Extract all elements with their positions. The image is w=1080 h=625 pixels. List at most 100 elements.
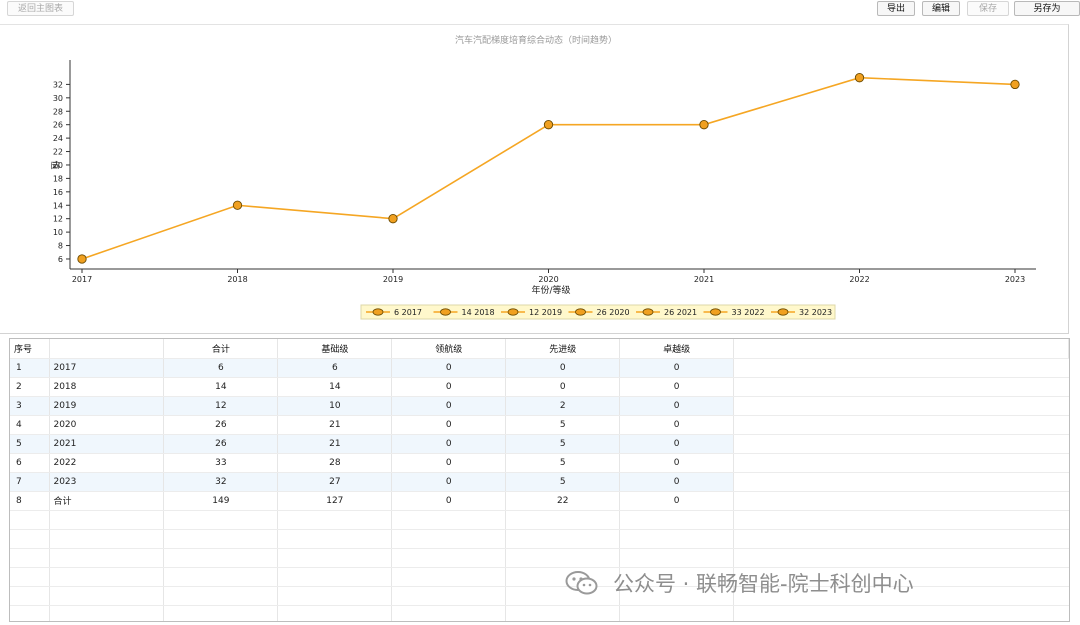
cell-year: 2022 bbox=[49, 453, 165, 473]
cell-advanced: 5 bbox=[505, 472, 621, 492]
table-row[interactable]: 2 2018 14 14 0 0 0 bbox=[10, 377, 1069, 397]
empty-cell bbox=[10, 586, 51, 606]
cell-year: 2021 bbox=[49, 434, 165, 454]
data-point-2017[interactable] bbox=[77, 254, 87, 264]
y-tick-label: 16 bbox=[53, 188, 63, 197]
row-filler bbox=[733, 453, 1069, 473]
header-excellence-level[interactable]: 卓越级 bbox=[619, 339, 735, 359]
empty-cell bbox=[277, 567, 393, 587]
data-point-2020[interactable] bbox=[543, 120, 554, 130]
header-index[interactable]: 序号 bbox=[10, 339, 51, 359]
y-axis-ticks: 6 8 10 12 14 16 18 20 22 24 26 28 30 32 bbox=[53, 80, 70, 264]
y-tick-label: 18 bbox=[53, 174, 63, 183]
legend-label: 33 2022 bbox=[732, 308, 765, 317]
cell-year: 2023 bbox=[49, 472, 165, 492]
table-row[interactable]: 1 2017 6 6 0 0 0 bbox=[10, 358, 1069, 378]
legend-marker bbox=[710, 308, 721, 316]
row-filler bbox=[733, 377, 1069, 397]
legend-marker bbox=[642, 308, 654, 316]
cell-index: 4 bbox=[10, 415, 51, 435]
cell-total: 26 bbox=[163, 434, 279, 454]
empty-cell bbox=[391, 605, 507, 621]
table-row[interactable]: 3 2019 12 10 0 2 0 bbox=[10, 396, 1069, 416]
save-as-button[interactable]: 另存为 bbox=[1014, 1, 1080, 16]
cell-advanced: 5 bbox=[505, 434, 621, 454]
cell-pilot: 0 bbox=[391, 491, 507, 511]
cell-excellence: 0 bbox=[619, 358, 735, 378]
header-pilot-level[interactable]: 领航级 bbox=[391, 339, 507, 359]
save-button[interactable]: 保存 bbox=[967, 1, 1009, 16]
cell-pilot: 0 bbox=[391, 472, 507, 492]
empty-cell bbox=[391, 529, 507, 549]
empty-cell bbox=[619, 529, 735, 549]
x-tick-label: 2017 bbox=[72, 275, 92, 284]
cell-basic: 21 bbox=[277, 434, 393, 454]
chart-panel: 汽车汽配梯度培育综合动态（时间趋势） 值 年份/等级 6 8 10 12 14 16 18 2… bbox=[0, 24, 1069, 334]
empty-cell bbox=[505, 529, 621, 549]
y-tick-label: 22 bbox=[53, 148, 63, 157]
edit-button[interactable]: 编辑 bbox=[922, 1, 960, 16]
table-row[interactable]: 7 2023 32 27 0 5 0 bbox=[10, 472, 1069, 492]
data-point-2022[interactable] bbox=[854, 73, 865, 83]
table-row[interactable]: 4 2020 26 21 0 5 0 bbox=[10, 415, 1069, 435]
x-tick-label: 2021 bbox=[694, 275, 714, 284]
back-to-main-chart-button[interactable]: 返回主图表 bbox=[7, 1, 74, 16]
data-point-2021[interactable] bbox=[699, 120, 709, 130]
data-point-2023[interactable] bbox=[1010, 79, 1020, 90]
data-point-2018[interactable] bbox=[232, 200, 243, 210]
table-row[interactable]: 6 2022 33 28 0 5 0 bbox=[10, 453, 1069, 473]
header-year[interactable] bbox=[49, 339, 165, 359]
watermark-text: 公众号 · 联畅智能-院士科创中心 bbox=[613, 572, 914, 596]
row-filler bbox=[733, 434, 1069, 454]
empty-cell bbox=[49, 605, 165, 621]
cell-total: 6 bbox=[163, 358, 279, 378]
cell-total: 26 bbox=[163, 415, 279, 435]
empty-cell bbox=[49, 567, 165, 587]
empty-cell bbox=[391, 567, 507, 587]
empty-cell bbox=[49, 586, 165, 606]
cell-year: 2017 bbox=[49, 358, 165, 378]
empty-cell bbox=[277, 529, 393, 549]
y-tick-label: 30 bbox=[53, 94, 63, 103]
empty-cell bbox=[391, 586, 507, 606]
empty-cell bbox=[10, 510, 51, 530]
toolbar: 返回主图表 导出 编辑 保存 另存为 bbox=[0, 0, 1080, 20]
cell-pilot: 0 bbox=[391, 415, 507, 435]
row-filler bbox=[733, 415, 1069, 435]
y-tick-label: 8 bbox=[58, 242, 63, 251]
legend-marker bbox=[440, 308, 451, 316]
y-tick-label: 14 bbox=[53, 201, 63, 210]
cell-advanced: 5 bbox=[505, 415, 621, 435]
legend-label: 26 2021 bbox=[664, 308, 697, 317]
cell-excellence: 0 bbox=[619, 415, 735, 435]
empty-cell bbox=[505, 510, 621, 530]
export-button[interactable]: 导出 bbox=[877, 1, 915, 16]
legend-marker bbox=[777, 308, 789, 316]
x-axis-ticks: 2017 2018 2019 2020 2021 2022 2023 bbox=[72, 269, 1025, 284]
cell-total: 14 bbox=[163, 377, 279, 397]
legend-marker bbox=[575, 308, 586, 316]
data-point-2019[interactable] bbox=[388, 214, 398, 224]
table-row[interactable]: 8 合计 149 127 0 22 0 bbox=[10, 491, 1069, 511]
empty-cell bbox=[619, 605, 735, 621]
series-polyline bbox=[81, 76, 1016, 260]
table-row[interactable]: 5 2021 26 21 0 5 0 bbox=[10, 434, 1069, 454]
row-filler bbox=[733, 396, 1069, 416]
empty-cell bbox=[733, 605, 1069, 621]
header-advanced-level[interactable]: 先进级 bbox=[505, 339, 621, 359]
y-tick-label: 28 bbox=[53, 107, 63, 116]
cell-total: 12 bbox=[163, 396, 279, 416]
empty-cell bbox=[277, 510, 393, 530]
cell-advanced: 22 bbox=[505, 491, 621, 511]
header-basic-level[interactable]: 基础级 bbox=[277, 339, 393, 359]
empty-cell bbox=[391, 548, 507, 568]
y-tick-label: 10 bbox=[53, 228, 63, 237]
legend-label: 12 2019 bbox=[529, 308, 562, 317]
cell-advanced: 0 bbox=[505, 358, 621, 378]
header-total[interactable]: 合计 bbox=[163, 339, 279, 359]
empty-cell bbox=[277, 605, 393, 621]
watermark: 公众号 · 联畅智能-院士科创中心 bbox=[565, 565, 914, 601]
x-tick-label: 2019 bbox=[383, 275, 403, 284]
empty-cell bbox=[733, 529, 1069, 549]
empty-cell bbox=[733, 510, 1069, 530]
